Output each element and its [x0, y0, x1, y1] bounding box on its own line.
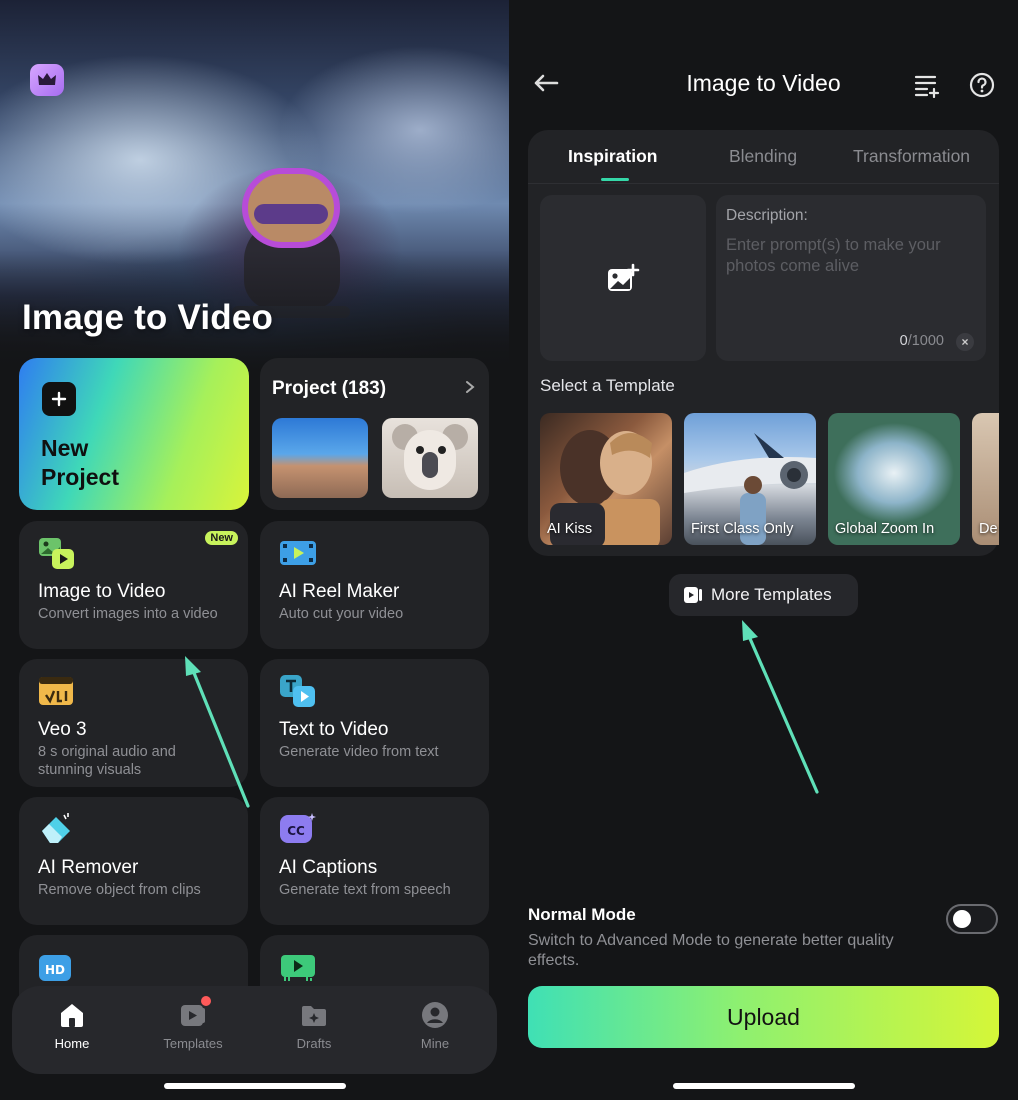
hero-title: Image to Video	[22, 298, 274, 337]
description-label: Description:	[726, 207, 808, 224]
help-icon[interactable]	[969, 72, 995, 98]
audio-video-icon	[279, 949, 317, 985]
template-name: First Class Only	[691, 521, 794, 537]
feature-text-to-video[interactable]: Text to Video Generate video from text	[260, 659, 489, 787]
home-icon	[57, 1000, 87, 1030]
character-counter: 0/1000	[899, 333, 944, 349]
crown-icon[interactable]	[30, 64, 64, 96]
feature-subtitle: Convert images into a video	[38, 606, 218, 622]
add-image-button[interactable]	[540, 195, 706, 361]
clear-icon[interactable]: ×	[956, 333, 974, 351]
templates-icon	[178, 996, 211, 1030]
project-title: Project (183)	[272, 378, 387, 399]
captions-icon: CC	[279, 811, 317, 847]
image-to-video-screen: Image to Video Inspiration Blending Tran…	[509, 0, 1018, 1100]
feature-subtitle: Generate video from text	[279, 744, 439, 760]
nav-item-drafts[interactable]: Drafts	[269, 1000, 359, 1051]
tab-blending[interactable]: Blending	[729, 146, 797, 167]
feature-title: Text to Video	[279, 719, 389, 740]
profile-icon	[420, 1000, 450, 1030]
image-to-video-icon	[38, 535, 76, 571]
description-input[interactable]: Enter prompt(s) to make your photos come…	[726, 235, 978, 277]
more-templates-button[interactable]: More Templates	[669, 574, 858, 616]
notification-dot	[201, 996, 211, 1006]
advanced-mode-toggle[interactable]	[946, 904, 998, 934]
template-name: AI Kiss	[547, 521, 593, 537]
reel-maker-icon	[279, 535, 317, 571]
description-field[interactable]: Description: Enter prompt(s) to make you…	[716, 195, 986, 361]
feature-veo-3[interactable]: Veo 3 8 s original audio and stunning vi…	[19, 659, 248, 787]
plus-icon	[42, 382, 76, 416]
tab-transformation[interactable]: Transformation	[853, 146, 970, 167]
template-play-icon	[684, 587, 702, 603]
chevron-right-icon[interactable]	[465, 378, 475, 399]
more-templates-label: More Templates	[711, 585, 832, 604]
text-to-video-icon	[279, 673, 317, 709]
svg-text:HD: HD	[45, 963, 65, 977]
feature-subtitle: Auto cut your video	[279, 606, 404, 622]
feature-title: AI Remover	[38, 857, 139, 878]
feature-ai-remover[interactable]: AI Remover Remove object from clips	[19, 797, 248, 925]
generation-panel: Inspiration Blending Transformation Desc…	[528, 130, 999, 556]
feature-title: Image to Video	[38, 581, 166, 602]
project-thumbnail[interactable]	[382, 418, 478, 498]
template-partial[interactable]: De	[972, 413, 999, 545]
template-name: Global Zoom In	[835, 521, 935, 537]
feature-subtitle: Remove object from clips	[38, 882, 201, 898]
mode-title: Normal Mode	[528, 905, 636, 924]
new-badge: New	[205, 531, 238, 545]
feature-title: Veo 3	[38, 719, 87, 740]
home-indicator[interactable]	[673, 1083, 855, 1089]
template-global-zoom-in[interactable]: Global Zoom In	[828, 413, 960, 545]
feature-subtitle: Generate text from speech	[279, 882, 451, 898]
select-template-label: Select a Template	[540, 376, 675, 395]
tab-inspiration[interactable]: Inspiration	[568, 146, 657, 167]
hd-ai-icon: HD	[38, 949, 76, 985]
new-project-label: New Project	[41, 435, 119, 490]
feature-ai-reel-maker[interactable]: AI Reel Maker Auto cut your video	[260, 521, 489, 649]
feature-title: AI Reel Maker	[279, 581, 400, 602]
home-indicator[interactable]	[164, 1083, 346, 1089]
upload-button[interactable]: Upload	[528, 986, 999, 1048]
drafts-icon	[299, 1000, 329, 1030]
home-screen: Image to Video New Project Project (183)	[0, 0, 509, 1100]
feature-ai-captions[interactable]: CC AI Captions Generate text from speech	[260, 797, 489, 925]
project-thumbnail[interactable]	[272, 418, 368, 498]
project-card[interactable]: Project (183)	[260, 358, 489, 510]
bottom-navigation: Home Templates Drafts Mine	[12, 986, 497, 1074]
add-image-icon	[608, 263, 640, 291]
template-first-class-only[interactable]: First Class Only	[684, 413, 816, 545]
feature-subtitle: 8 s original audio and stunning visuals	[38, 744, 176, 778]
nav-item-mine[interactable]: Mine	[390, 1000, 480, 1051]
mode-subtitle: Switch to Advanced Mode to generate bett…	[528, 932, 894, 969]
svg-text:CC: CC	[287, 824, 305, 838]
feature-image-to-video[interactable]: New Image to Video Convert images into a…	[19, 521, 248, 649]
new-project-button[interactable]: New Project	[19, 358, 249, 510]
nav-item-templates[interactable]: Templates	[148, 996, 238, 1051]
eraser-icon	[38, 811, 76, 847]
template-name: De	[979, 521, 998, 537]
active-tab-indicator	[601, 178, 629, 181]
task-list-icon[interactable]	[913, 72, 941, 99]
veo3-icon	[38, 673, 76, 709]
page-title: Image to Video	[686, 70, 841, 96]
nav-item-home[interactable]: Home	[27, 1000, 117, 1051]
template-ai-kiss[interactable]: AI Kiss	[540, 413, 672, 545]
feature-title: AI Captions	[279, 857, 378, 878]
